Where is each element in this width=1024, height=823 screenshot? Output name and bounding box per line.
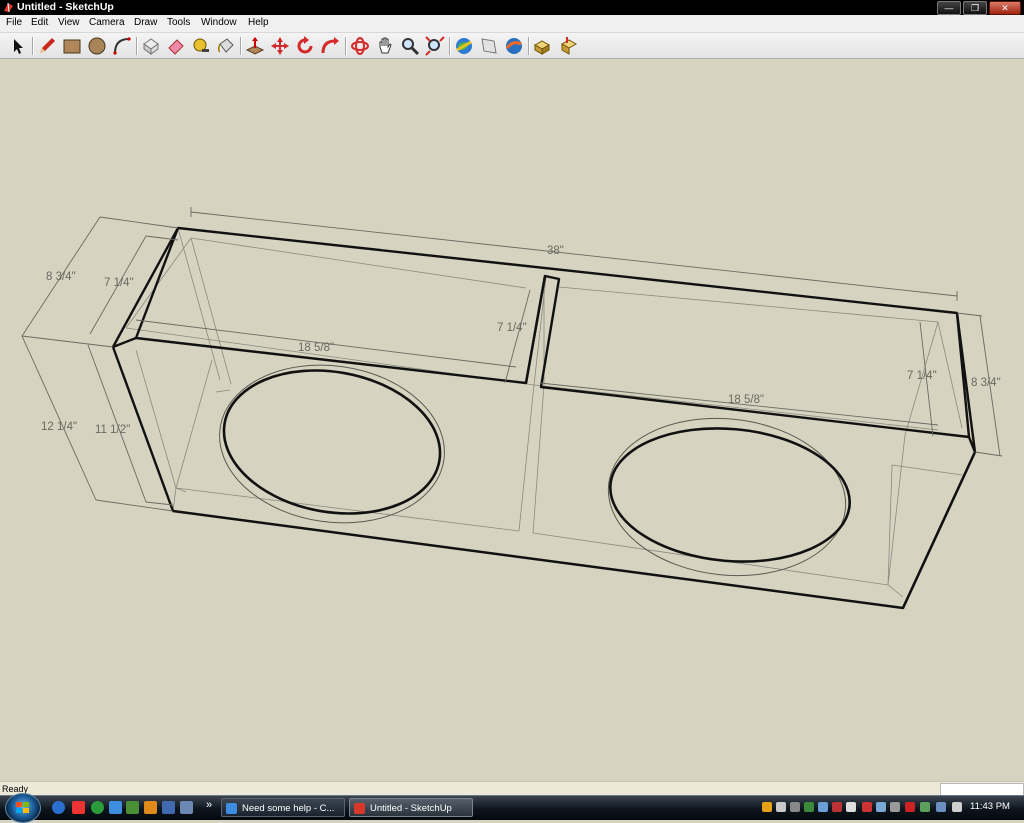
dimension-divider-depth: 7 1/4" xyxy=(497,322,527,334)
toolbar xyxy=(0,33,1024,59)
pencil-tool-icon[interactable] xyxy=(37,36,57,56)
update-tray-icon[interactable] xyxy=(804,802,814,812)
menu-edit[interactable]: Edit xyxy=(31,17,48,28)
share-model-tool-icon[interactable] xyxy=(479,36,499,56)
show-desktop-quicklaunch-icon[interactable] xyxy=(162,801,175,814)
quicklaunch-overflow[interactable]: » xyxy=(206,799,212,811)
messenger-tray-icon[interactable] xyxy=(776,802,786,812)
alert-tray-icon[interactable] xyxy=(862,802,872,812)
make-component-tool-icon[interactable] xyxy=(141,36,161,56)
windows-logo-icon xyxy=(16,802,29,813)
menu-file[interactable]: File xyxy=(6,17,22,28)
dimension-chamber-right-width: 18 5/8" xyxy=(728,394,764,406)
taskbar-clock[interactable]: 11:43 PM xyxy=(970,801,1010,812)
menu-bar: File Edit View Camera Draw Tools Window … xyxy=(0,15,1024,33)
dimension-chamber-left-width: 18 5/8" xyxy=(298,342,334,354)
close-button[interactable]: ✕ xyxy=(989,1,1021,15)
menu-view[interactable]: View xyxy=(58,17,80,28)
minimize-button[interactable]: — xyxy=(937,1,961,15)
taskbar: » Need some help - C... Untitled - Sketc… xyxy=(0,793,1024,823)
sync-tray-icon[interactable] xyxy=(920,802,930,812)
sketchup-app-icon xyxy=(4,2,13,13)
switch-windows-quicklaunch-icon[interactable] xyxy=(180,801,193,814)
firefox-quicklaunch-icon[interactable] xyxy=(144,801,157,814)
rectangle-tool-icon[interactable] xyxy=(62,36,82,56)
menu-window[interactable]: Window xyxy=(201,17,237,28)
dimension-inner-depth-right: 7 1/4" xyxy=(907,370,937,382)
antivirus-tray-icon[interactable] xyxy=(832,802,842,812)
pan-tool-icon[interactable] xyxy=(375,36,395,56)
volume-tray-icon[interactable] xyxy=(952,802,962,812)
refresh-quicklaunch-icon[interactable] xyxy=(91,801,104,814)
dimension-inner-height: 11 1/2" xyxy=(95,424,130,436)
internet-explorer-quicklaunch-icon[interactable] xyxy=(109,801,122,814)
dimension-outer-depth-right: 8 3/4" xyxy=(971,377,1001,389)
bluetooth-tray-icon[interactable] xyxy=(876,802,886,812)
arc-tool-icon[interactable] xyxy=(112,36,132,56)
eraser-tool-icon[interactable] xyxy=(166,36,186,56)
internet-explorer-icon xyxy=(226,803,237,814)
excel-quicklaunch-icon[interactable] xyxy=(126,801,139,814)
title-bar: Untitled - SketchUp — ❐ ✕ xyxy=(0,0,1024,15)
printer-tray-icon[interactable] xyxy=(890,802,900,812)
adobe-tray-icon[interactable] xyxy=(905,802,915,812)
dimension-inner-depth-left: 7 1/4" xyxy=(104,277,134,289)
dimension-labels: 38" 8 3/4" 7 1/4" 12 1/4" 11 1/2" 18 5/8… xyxy=(41,245,1001,436)
dimension-overall-length: 38" xyxy=(547,245,564,257)
user-tray-icon[interactable] xyxy=(790,802,800,812)
dimension-outer-depth-left: 8 3/4" xyxy=(46,271,76,283)
window-title: Untitled - SketchUp xyxy=(17,1,114,13)
speaker-cutout-right xyxy=(609,427,851,563)
select-tool-icon[interactable] xyxy=(8,36,28,56)
menu-help[interactable]: Help xyxy=(248,17,269,28)
get-models-tool-icon[interactable] xyxy=(454,36,474,56)
menu-tools[interactable]: Tools xyxy=(167,17,190,28)
dimension-outer-height: 12 1/4" xyxy=(41,421,77,433)
push-pull-tool-icon[interactable] xyxy=(245,36,265,56)
circle-tool-icon[interactable] xyxy=(87,36,107,56)
aim-quicklaunch-icon[interactable] xyxy=(72,801,85,814)
drawing-viewport[interactable]: 38" 8 3/4" 7 1/4" 12 1/4" 11 1/2" 18 5/8… xyxy=(0,59,1024,781)
speaker-cutout-rings xyxy=(219,364,847,577)
display-tray-icon[interactable] xyxy=(846,802,856,812)
tape-measure-tool-icon[interactable] xyxy=(191,36,211,56)
speaker-box-model[interactable]: 38" 8 3/4" 7 1/4" 12 1/4" 11 1/2" 18 5/8… xyxy=(0,59,1024,781)
chrome-quicklaunch-icon[interactable] xyxy=(52,801,65,814)
paint-bucket-tool-icon[interactable] xyxy=(216,36,236,56)
network-tray-icon[interactable] xyxy=(936,802,946,812)
google-earth-tool-icon[interactable] xyxy=(504,36,524,56)
taskbar-button-browser[interactable]: Need some help - C... xyxy=(221,798,345,817)
menu-camera[interactable]: Camera xyxy=(89,17,125,28)
device-tray-icon[interactable] xyxy=(818,802,828,812)
menu-draw[interactable]: Draw xyxy=(134,17,157,28)
3d-warehouse-tool-icon[interactable] xyxy=(558,36,578,56)
orbit-tool-icon[interactable] xyxy=(350,36,370,56)
speaker-cutout-left xyxy=(222,369,442,515)
follow-me-tool-icon[interactable] xyxy=(320,36,340,56)
move-tool-icon[interactable] xyxy=(270,36,290,56)
sketchup-icon xyxy=(354,803,365,814)
taskbar-button-sketchup[interactable]: Untitled - SketchUp xyxy=(349,798,473,817)
rotate-tool-icon[interactable] xyxy=(295,36,315,56)
security-tray-icon[interactable] xyxy=(762,802,772,812)
box-outline xyxy=(111,226,977,610)
status-bar: Ready xyxy=(0,781,1024,796)
maximize-button[interactable]: ❐ xyxy=(963,1,987,15)
zoom-tool-icon[interactable] xyxy=(400,36,420,56)
components-tool-icon[interactable] xyxy=(533,36,553,56)
zoom-extents-tool-icon[interactable] xyxy=(425,36,445,56)
